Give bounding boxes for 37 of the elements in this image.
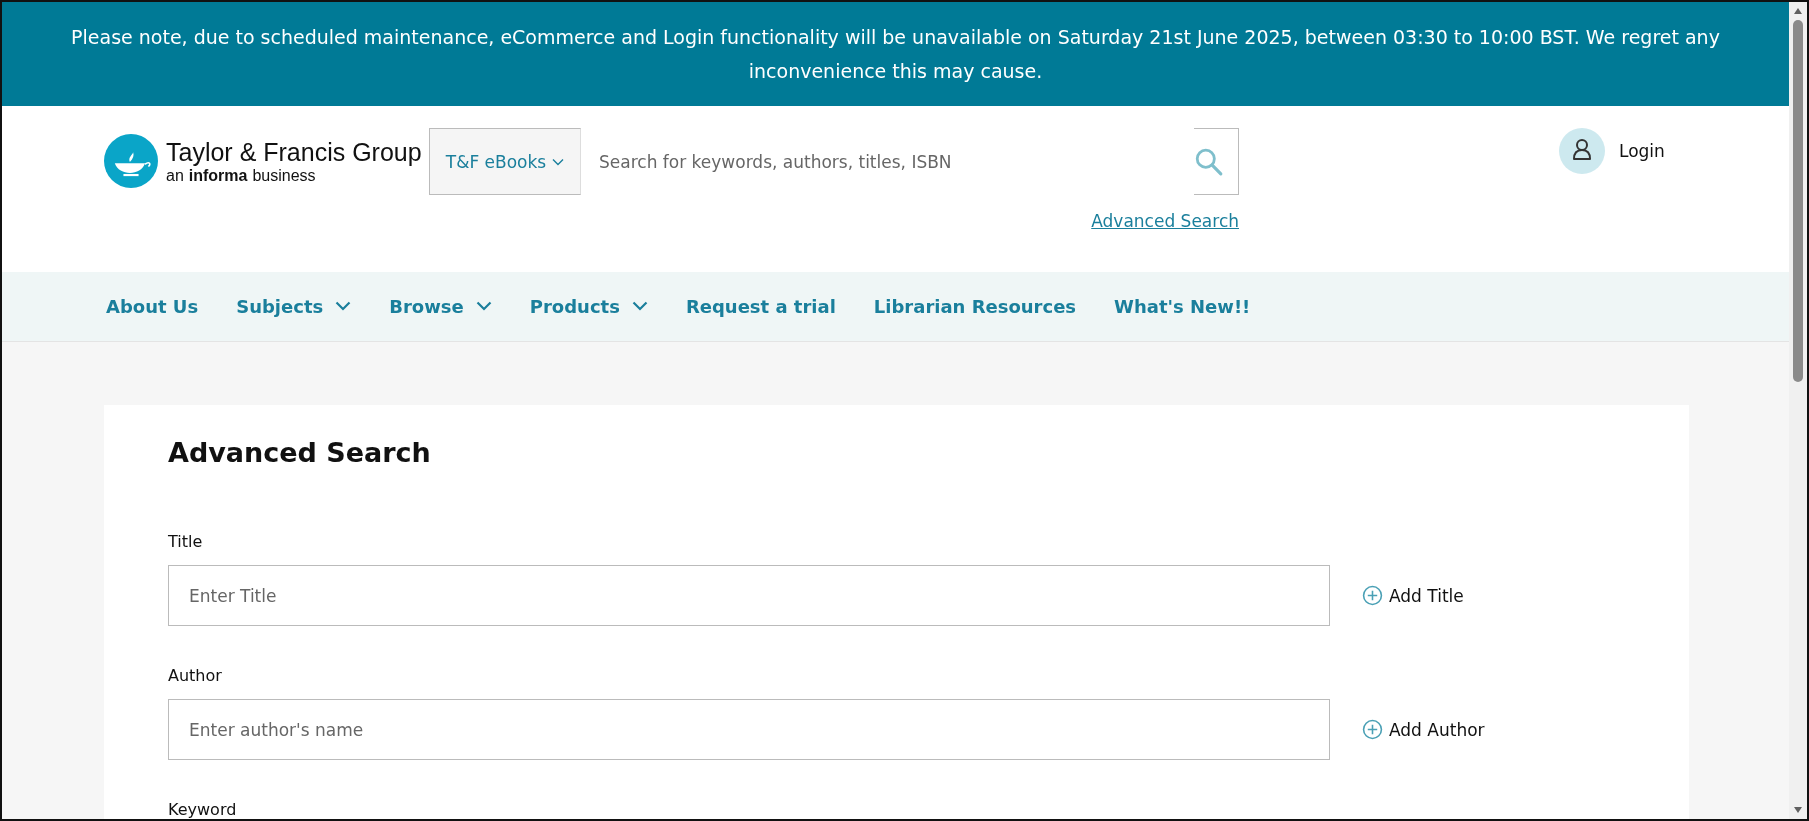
search-field[interactable]: Search for keywords, authors, titles, ISBN [581, 128, 1239, 195]
search-icon[interactable] [1194, 146, 1224, 177]
field-label: Author [168, 666, 223, 685]
chevron-down-icon [631, 301, 648, 312]
scope-dropdown[interactable]: T&F eBooks [429, 128, 581, 195]
nav-item[interactable]: Subjects [236, 295, 352, 317]
scrollbar[interactable] [1789, 2, 1807, 819]
scrollbar-thumb[interactable] [1793, 20, 1803, 382]
field-label: Keyword [168, 800, 238, 819]
logo-tagline-prefix: an [166, 166, 184, 185]
chevron-down-icon [552, 157, 565, 166]
nav-item[interactable]: Products [529, 295, 648, 317]
user-icon[interactable] [1559, 128, 1605, 174]
chevron-down-icon [335, 301, 352, 312]
input-field[interactable]: Enter Title [168, 565, 1330, 626]
maintenance-notice: Please note, due to scheduled maintenance, eCommerce and Login functionality will be unavailable on Saturday 21st June 2025, between 03:30 to 10:00 BST. We regret any inconvenience this may cause. [71, 26, 1720, 82]
lamp-logo-icon[interactable] [104, 134, 158, 188]
chevron-down-icon [475, 301, 492, 312]
plus-circle-icon [1362, 585, 1383, 606]
nav-item[interactable]: Request a trial [685, 295, 836, 317]
add-field-button[interactable]: Add Author [1362, 719, 1485, 740]
plus-circle-icon [1362, 719, 1383, 740]
nav-item[interactable]: Browse [389, 295, 492, 317]
nav-item[interactable]: About Us [106, 295, 199, 317]
input-field[interactable]: Enter author's name [168, 699, 1330, 760]
page-title: Advanced Search [168, 437, 432, 468]
field-label: Title [168, 532, 204, 551]
advanced-search-link[interactable]: Advanced Search [1091, 211, 1239, 231]
scroll-up-icon[interactable] [1793, 7, 1803, 15]
login-link[interactable]: Login [1619, 141, 1665, 161]
nav-item[interactable]: What's New!! [1114, 295, 1251, 317]
add-field-button[interactable]: Add Title [1362, 585, 1464, 606]
logo-name[interactable]: Taylor & Francis Group [166, 137, 422, 167]
logo-tagline-brand: informa [188, 166, 248, 185]
logo-tagline-suffix: business [252, 166, 316, 185]
nav-item[interactable]: Librarian Resources [873, 295, 1077, 317]
scroll-down-icon[interactable] [1793, 806, 1803, 814]
